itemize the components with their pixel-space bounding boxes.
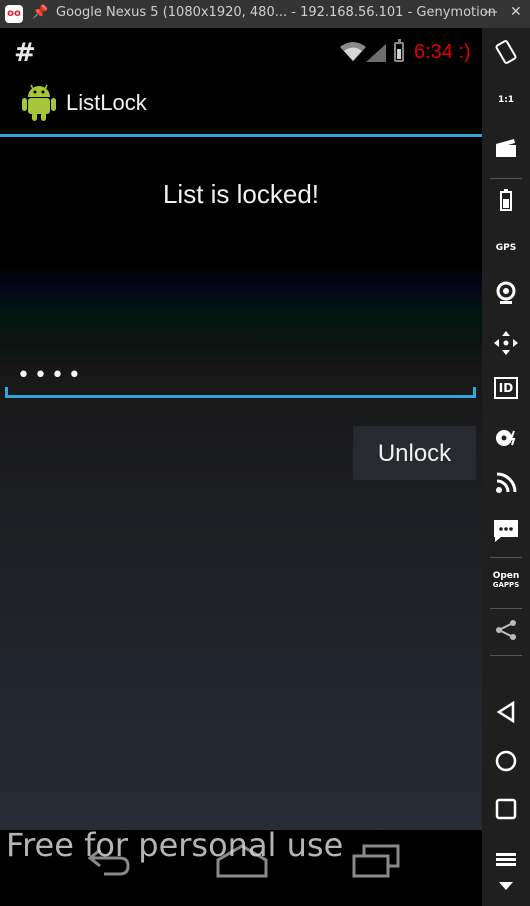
notification-icon: # [14, 38, 36, 68]
password-input[interactable] [5, 355, 476, 395]
genymotion-logo-icon: oo [5, 5, 23, 23]
battery-icon [394, 39, 404, 62]
share-icon[interactable] [486, 610, 526, 650]
app-title: ListLock [66, 90, 147, 115]
screencast-icon[interactable] [486, 128, 526, 168]
action-bar: ListLock [0, 74, 482, 137]
status-time: 6:34 :) [414, 41, 471, 63]
open-gapps-icon[interactable]: Open GAPPS [486, 560, 526, 600]
dpad-icon[interactable] [486, 323, 526, 363]
locked-message: List is locked! [162, 179, 320, 209]
device-screen: # 6:34 :) ListLock List is locked! Unloc… [0, 28, 482, 906]
password-field[interactable] [5, 355, 476, 398]
rss-icon[interactable] [486, 463, 526, 503]
device-id-icon[interactable]: ID [486, 368, 526, 408]
window-title: Google Nexus 5 (1080x1920, 480... - 192.… [56, 5, 496, 20]
pixel-perfect-icon[interactable]: 1:1 [486, 80, 526, 120]
battery-sim-icon[interactable] [486, 180, 526, 220]
webcam-icon[interactable] [486, 273, 526, 313]
home-icon[interactable] [486, 741, 526, 781]
pin-icon[interactable]: 📌 [32, 5, 48, 20]
sms-icon[interactable] [486, 511, 526, 551]
watermark-text: Free for personal use [6, 826, 344, 864]
rotate-icon[interactable] [486, 32, 526, 72]
scroll-down-icon[interactable] [486, 866, 526, 906]
status-bar: # 6:34 :) [0, 28, 482, 74]
recents-icon[interactable] [486, 789, 526, 829]
close-button[interactable]: ✕ [510, 4, 522, 20]
wifi-icon [340, 42, 366, 61]
emulator-toolbar: 1:1 GPS ID Open GAPPS [482, 28, 530, 906]
lock-screen-content: List is locked! Unlock [0, 137, 482, 830]
unlock-button[interactable]: Unlock [353, 426, 476, 480]
signal-icon [366, 44, 386, 62]
media-icon[interactable] [486, 418, 526, 458]
android-logo-icon [22, 84, 56, 121]
back-icon[interactable] [486, 692, 526, 732]
minimize-button[interactable]: — [484, 4, 498, 20]
gps-icon[interactable]: GPS [486, 228, 526, 268]
window-titlebar: oo 📌 Google Nexus 5 (1080x1920, 480... -… [0, 0, 530, 28]
recents-nav-icon[interactable] [352, 844, 400, 878]
